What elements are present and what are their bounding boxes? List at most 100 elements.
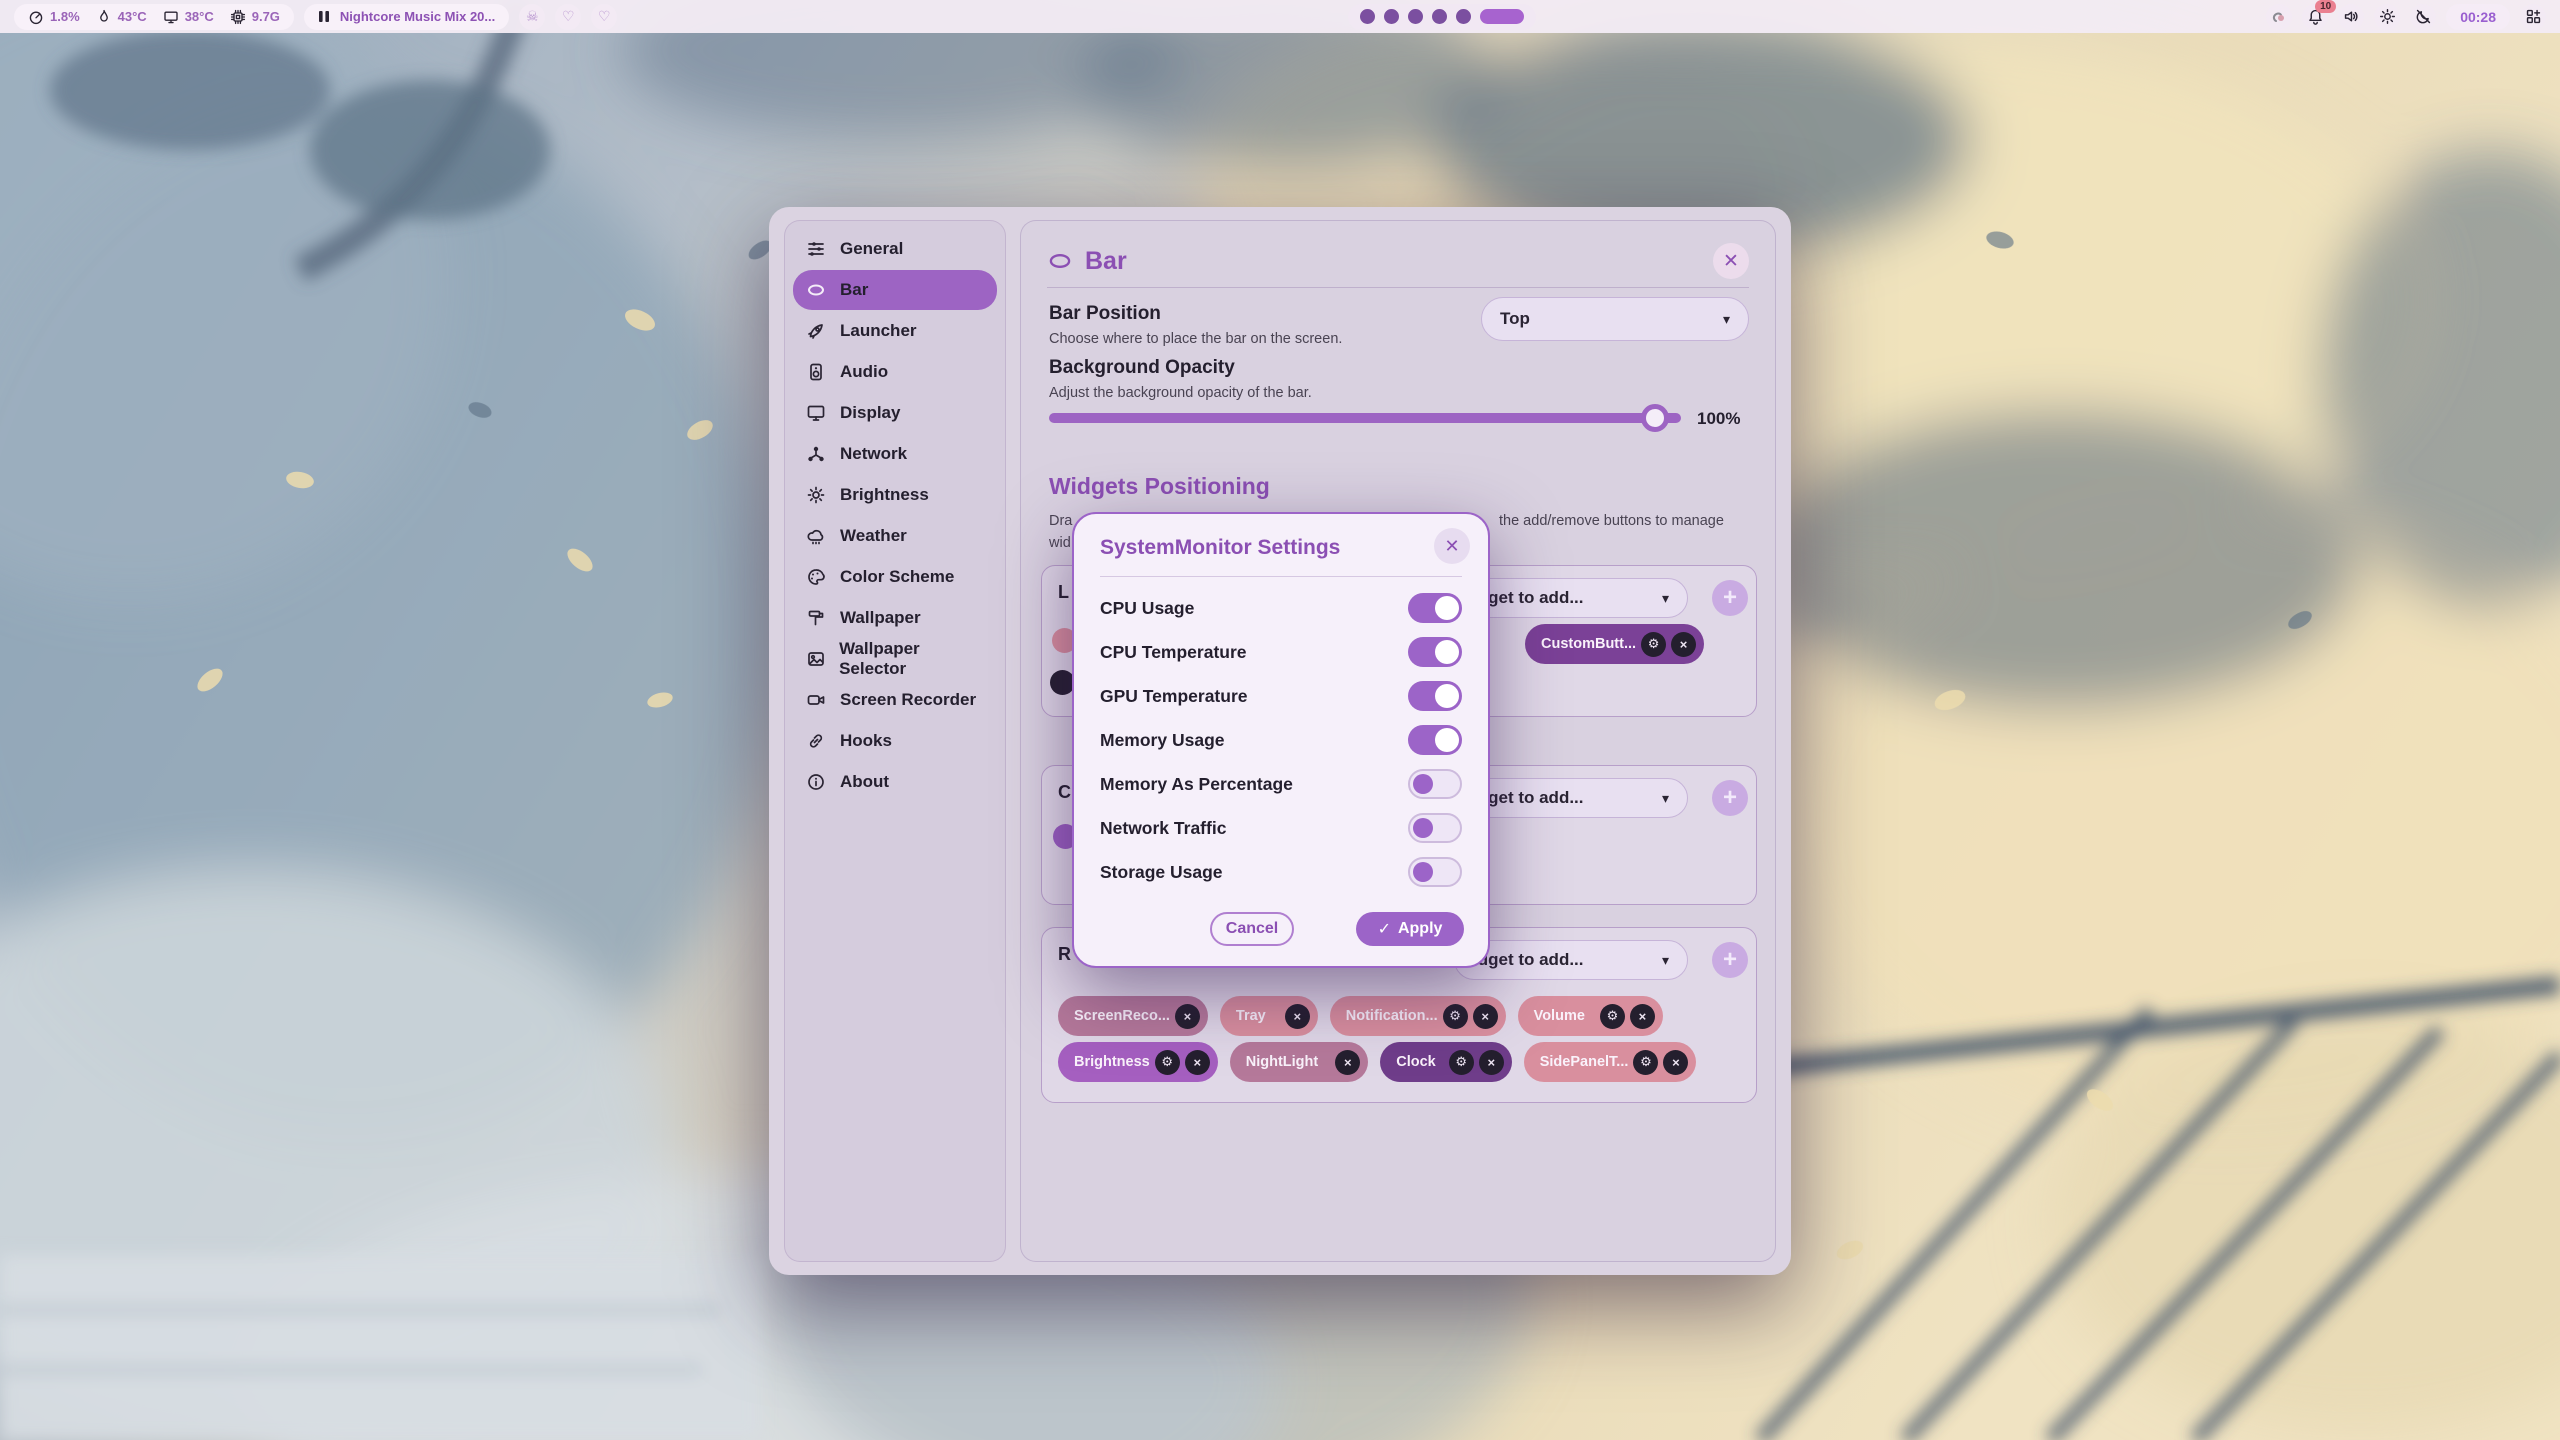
cpu-usage-toggle[interactable]	[1408, 593, 1462, 623]
sidebar-item-color-scheme[interactable]: Color Scheme	[793, 557, 997, 597]
widget-chip-tray[interactable]: Tray ×	[1220, 996, 1318, 1036]
gear-icon[interactable]: ⚙	[1155, 1050, 1180, 1075]
media-track-title: Nightcore Music Mix 20...	[340, 9, 495, 24]
storage-usage-toggle[interactable]	[1408, 857, 1462, 887]
brightness-button[interactable]	[2374, 4, 2400, 30]
add-widget-button[interactable]: +	[1712, 942, 1748, 978]
cloud-icon	[805, 525, 827, 547]
image-icon	[805, 648, 826, 670]
apply-button[interactable]: ✓ Apply	[1356, 912, 1464, 946]
chevron-down-icon: ▾	[1662, 790, 1669, 807]
widgets-positioning-heading: Widgets Positioning	[1049, 473, 1270, 500]
widget-chip-custombutton[interactable]: CustomButt... ⚙ ×	[1525, 624, 1704, 664]
remove-icon[interactable]: ×	[1479, 1050, 1504, 1075]
monitor-icon	[805, 402, 827, 424]
remove-icon[interactable]: ×	[1663, 1050, 1688, 1075]
heart-icon[interactable]: ♡	[591, 4, 617, 30]
opacity-slider-knob[interactable]	[1641, 404, 1669, 432]
sun-icon	[805, 484, 827, 506]
sidebar-item-hooks[interactable]: Hooks	[793, 721, 997, 761]
cpu-temp-stat: 43°C	[96, 9, 147, 25]
memory-as-percentage-toggle[interactable]	[1408, 769, 1462, 799]
notifications-button[interactable]: 10	[2302, 4, 2328, 30]
remove-icon[interactable]: ×	[1185, 1050, 1210, 1075]
cpu-temperature-toggle[interactable]	[1408, 637, 1462, 667]
opacity-slider[interactable]	[1049, 413, 1681, 423]
divider	[1047, 287, 1749, 288]
gear-icon[interactable]: ⚙	[1633, 1050, 1658, 1075]
add-widget-button[interactable]: +	[1712, 780, 1748, 816]
cancel-button[interactable]: Cancel	[1210, 912, 1294, 946]
sidebar-item-audio[interactable]: Audio	[793, 352, 997, 392]
clock-widget[interactable]: 00:28	[2446, 4, 2510, 30]
sidebar-item-weather[interactable]: Weather	[793, 516, 997, 556]
widget-chip-volume[interactable]: Volume ⚙ ×	[1518, 996, 1663, 1036]
widget-chip-brightness[interactable]: Brightness ⚙ ×	[1058, 1042, 1218, 1082]
sidebar-item-launcher[interactable]: Launcher	[793, 311, 997, 351]
sliders-icon	[805, 238, 827, 260]
paint-roller-icon	[805, 607, 827, 629]
systemmonitor-settings-dialog: SystemMonitor Settings ✕ CPU Usage CPU T…	[1072, 512, 1490, 968]
monitor-icon	[163, 9, 179, 25]
sidebar-item-screen-recorder[interactable]: Screen Recorder	[793, 680, 997, 720]
sidebar-item-display[interactable]: Display	[793, 393, 997, 433]
sidebar-item-about[interactable]: About	[793, 762, 997, 802]
widget-chip-notification[interactable]: Notification... ⚙ ×	[1330, 996, 1506, 1036]
sidebar-item-bar[interactable]: Bar	[793, 270, 997, 310]
sidebar-item-general[interactable]: General	[793, 229, 997, 269]
remove-icon[interactable]: ×	[1335, 1050, 1360, 1075]
network-traffic-toggle[interactable]	[1408, 813, 1462, 843]
night-light-button[interactable]	[2410, 4, 2436, 30]
media-player-pill[interactable]: Nightcore Music Mix 20...	[304, 4, 509, 30]
gear-icon[interactable]: ⚙	[1600, 1004, 1625, 1029]
workspace-dot[interactable]	[1384, 9, 1399, 24]
oval-icon	[1047, 248, 1073, 274]
divider	[1100, 576, 1462, 577]
sidebar-item-wallpaper-selector[interactable]: Wallpaper Selector	[793, 639, 997, 679]
widget-chip-sidepaneltoggle[interactable]: SidePanelT... ⚙ ×	[1524, 1042, 1697, 1082]
gpu-temperature-toggle[interactable]	[1408, 681, 1462, 711]
toggle-row: Memory Usage	[1100, 723, 1462, 757]
workspace-dot[interactable]	[1432, 9, 1447, 24]
remove-icon[interactable]: ×	[1175, 1004, 1200, 1029]
sidebar-item-brightness[interactable]: Brightness	[793, 475, 997, 515]
opacity-value: 100%	[1697, 409, 1740, 429]
tray-app-icon[interactable]	[2266, 4, 2292, 30]
overview-button[interactable]	[2520, 4, 2546, 30]
workspace-dot[interactable]	[1456, 9, 1471, 24]
widget-chip-nightlight[interactable]: NightLight ×	[1230, 1042, 1368, 1082]
remove-icon[interactable]: ×	[1630, 1004, 1655, 1029]
workspace-indicator[interactable]	[1348, 4, 1536, 30]
remove-icon[interactable]: ×	[1285, 1004, 1310, 1029]
flame-icon	[96, 9, 112, 25]
remove-icon[interactable]: ×	[1671, 632, 1696, 657]
gear-icon[interactable]: ⚙	[1449, 1050, 1474, 1075]
dialog-title: SystemMonitor Settings	[1100, 536, 1340, 560]
toggle-row: Memory As Percentage	[1100, 767, 1462, 801]
bar-position-description: Choose where to place the bar on the scr…	[1049, 331, 1342, 347]
sidebar-item-network[interactable]: Network	[793, 434, 997, 474]
toggle-row: GPU Temperature	[1100, 679, 1462, 713]
workspace-dot[interactable]	[1360, 9, 1375, 24]
system-stats-pill[interactable]: 1.8% 43°C 38°C 9.7G	[14, 4, 294, 30]
background-opacity-label: Background Opacity Adjust the background…	[1049, 357, 1312, 401]
memory-usage-toggle[interactable]	[1408, 725, 1462, 755]
workspace-dot[interactable]	[1408, 9, 1423, 24]
chevron-down-icon: ▾	[1662, 590, 1669, 607]
gear-icon[interactable]: ⚙	[1443, 1004, 1468, 1029]
sidebar-item-wallpaper[interactable]: Wallpaper	[793, 598, 997, 638]
oval-icon	[805, 279, 827, 301]
close-icon[interactable]: ✕	[1713, 243, 1749, 279]
cpu-usage-stat: 1.8%	[28, 9, 80, 25]
widget-chip-clock[interactable]: Clock ⚙ ×	[1380, 1042, 1512, 1082]
gear-icon[interactable]: ⚙	[1641, 632, 1666, 657]
heart-icon[interactable]: ♡	[555, 4, 581, 30]
remove-icon[interactable]: ×	[1473, 1004, 1498, 1029]
skull-icon[interactable]: ☠	[519, 4, 545, 30]
widget-chip-screenrecorder[interactable]: ScreenReco... ×	[1058, 996, 1208, 1036]
bar-position-dropdown[interactable]: Top ▾	[1481, 297, 1749, 341]
close-icon[interactable]: ✕	[1434, 528, 1470, 564]
volume-button[interactable]	[2338, 4, 2364, 30]
add-widget-button[interactable]: +	[1712, 580, 1748, 616]
workspace-active-pill[interactable]	[1480, 9, 1524, 24]
